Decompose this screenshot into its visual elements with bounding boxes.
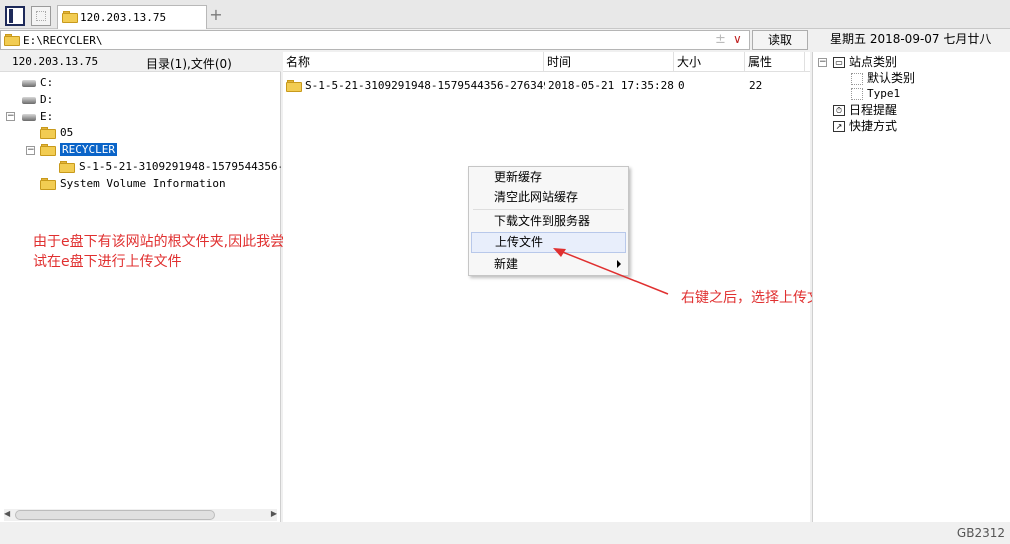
shortcut-icon: ↗ <box>833 121 845 132</box>
site-panel: − ▭ 站点类别 默认类别 Type1 ⏱ 日程提醒 ↗ 快捷方式 <box>812 52 1010 522</box>
clock-icon: ⏱ <box>833 105 845 116</box>
tree-item-default-category[interactable]: 默认类别 <box>851 70 915 86</box>
tree-item-shortcuts[interactable]: ↗ 快捷方式 <box>833 118 897 134</box>
category-box-icon <box>851 88 863 100</box>
status-bar: GB2312 <box>0 522 1010 544</box>
tree-item-schedule[interactable]: ⏱ 日程提醒 <box>833 102 897 118</box>
tree-item-site-category[interactable]: ▭ 站点类别 <box>833 54 897 70</box>
tree-item-type1[interactable]: Type1 <box>851 86 900 102</box>
category-box-icon <box>851 72 863 85</box>
collapse-icon[interactable]: − <box>818 58 827 67</box>
encoding-label[interactable]: GB2312 <box>957 526 1005 540</box>
category-icon: ▭ <box>833 57 845 68</box>
